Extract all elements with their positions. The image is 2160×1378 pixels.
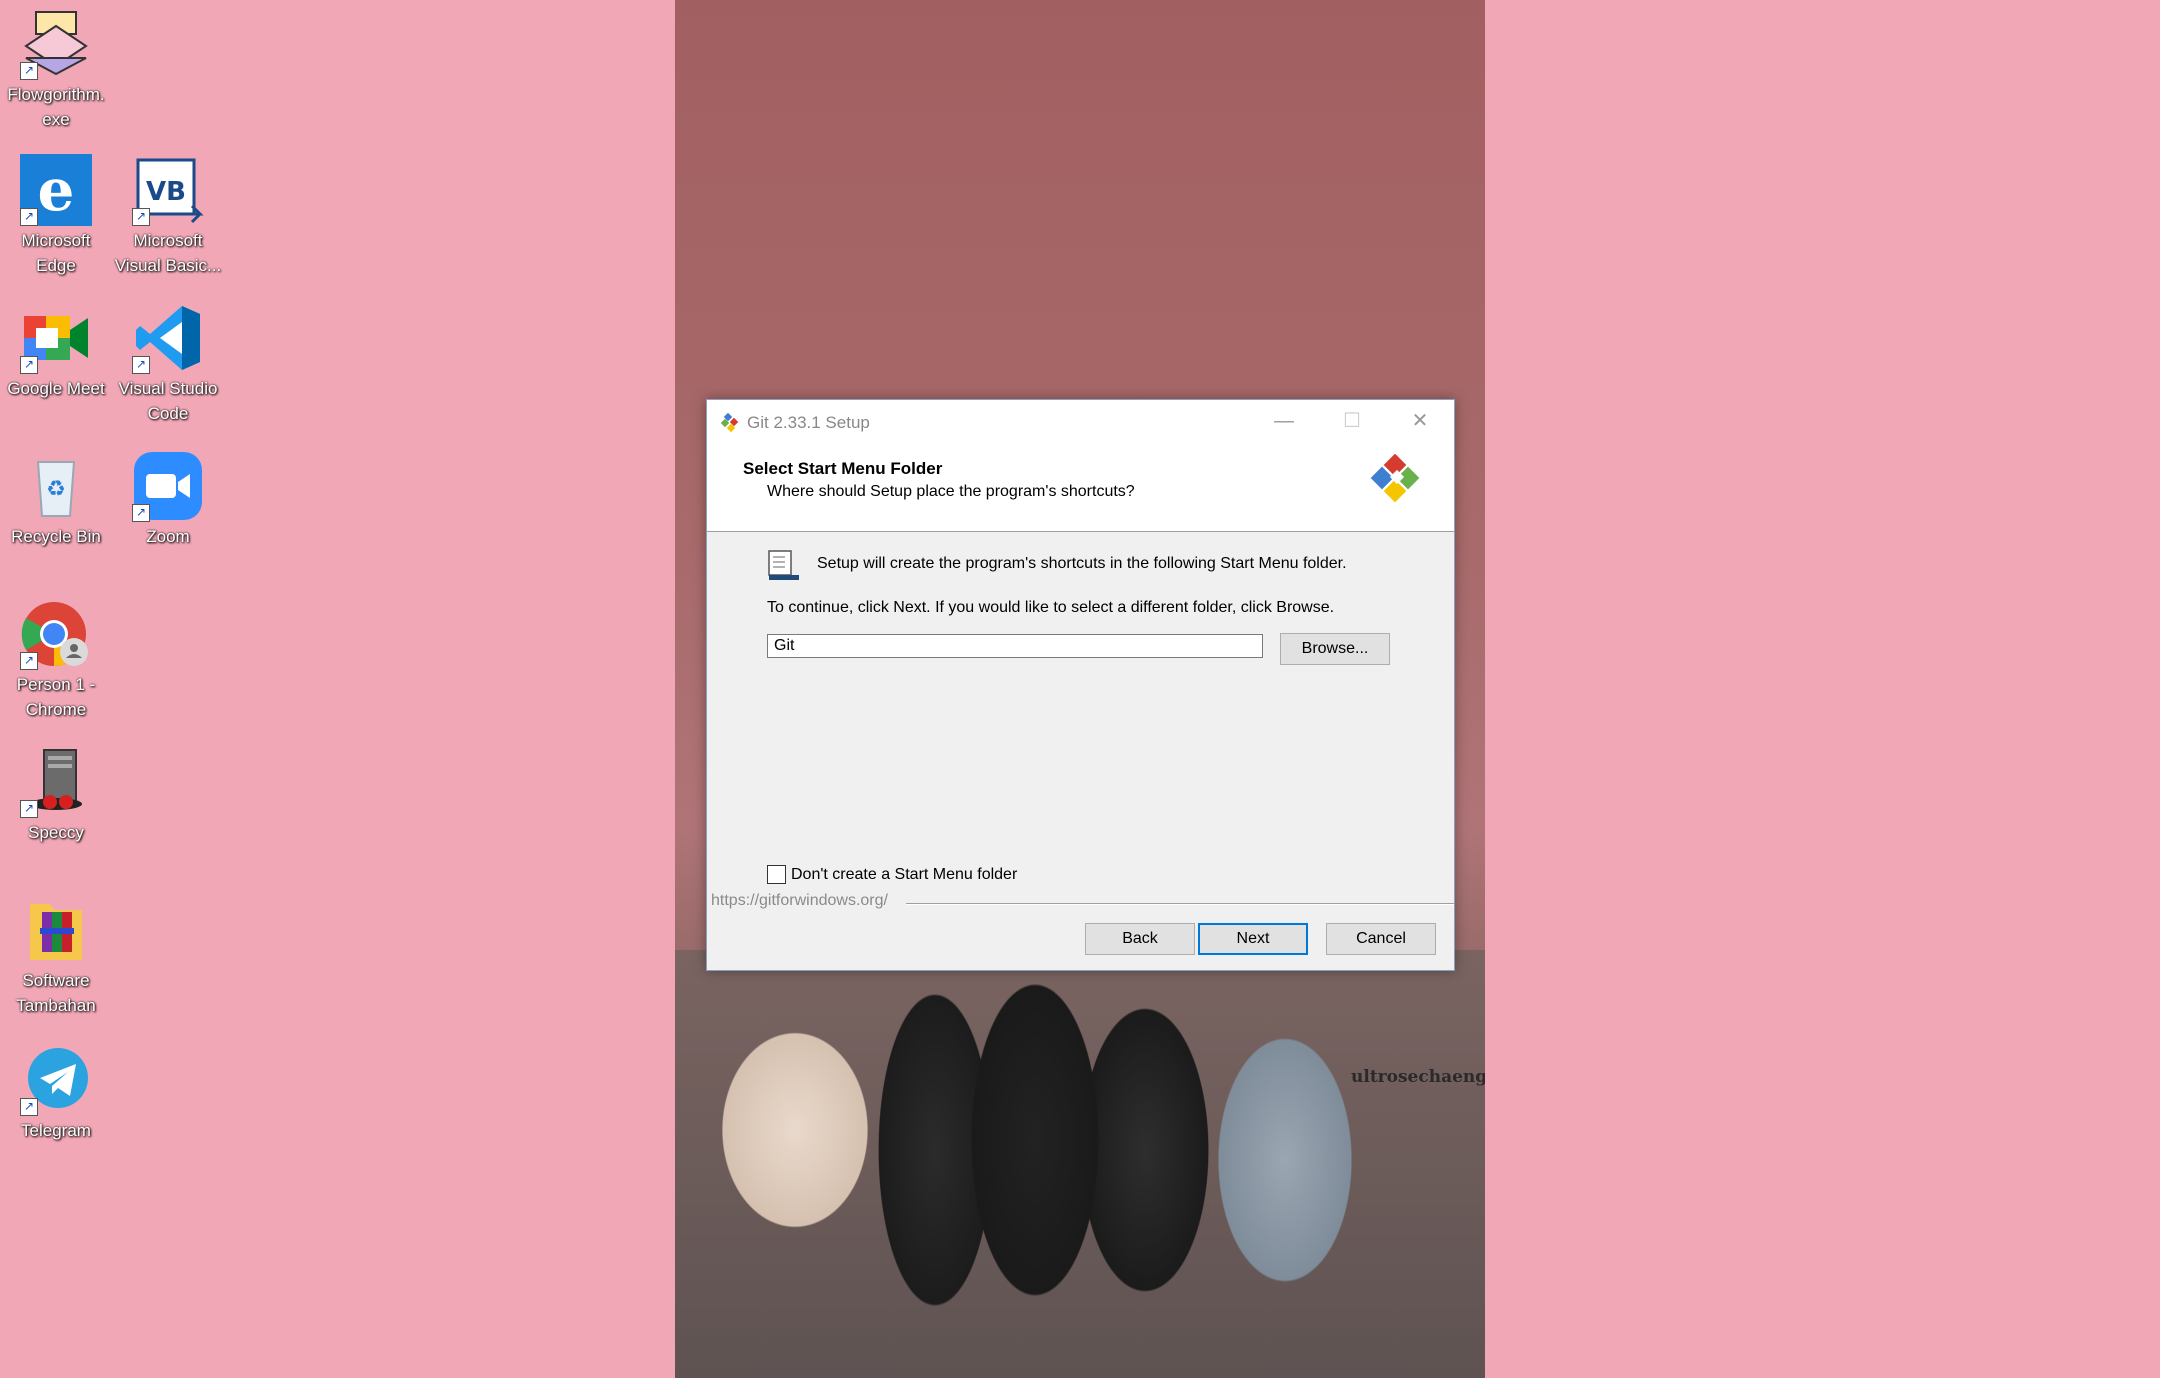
footer-separator — [906, 903, 1454, 905]
svg-text:♻: ♻ — [46, 477, 66, 502]
zoom-icon: ↗ — [132, 450, 204, 522]
start-menu-folder-input[interactable] — [767, 634, 1263, 658]
winrar-folder-icon — [20, 894, 92, 966]
desktop-icon-label: Software Tambahan — [16, 971, 96, 1015]
minimize-button[interactable]: — — [1250, 400, 1318, 443]
desktop-icon-vscode[interactable]: ↗ Visual Studio Code — [112, 302, 224, 426]
desktop-icon-label: Microsoft Edge — [21, 231, 91, 275]
intro-text: Setup will create the program's shortcut… — [817, 555, 1347, 572]
wallpaper-photo — [675, 950, 1485, 1378]
vscode-icon: ↗ — [132, 302, 204, 374]
wallpaper-watermark: ultrosechaeng. — [1351, 1067, 1485, 1087]
shortcut-arrow-icon: ↗ — [20, 356, 38, 374]
title-bar[interactable]: Git 2.33.1 Setup — ☐ ✕ — [707, 400, 1454, 443]
desktop-icon-label: Microsoft Visual Basic... — [114, 231, 222, 275]
desktop-icon-label: Person 1 - Chrome — [16, 675, 96, 719]
git-logo-icon — [719, 412, 741, 439]
telegram-icon: ↗ — [20, 1044, 92, 1116]
desktop-icon-flowgorithm[interactable]: ↗ Flowgorithm. exe — [0, 8, 112, 132]
google-meet-icon: ↗ — [20, 302, 92, 374]
desktop-icon-label: Speccy — [28, 823, 84, 842]
browse-button[interactable]: Browse... — [1280, 633, 1390, 665]
desktop-icon-google-meet[interactable]: ↗ Google Meet — [0, 302, 112, 401]
desktop-icon-label: Telegram — [21, 1121, 91, 1140]
back-button[interactable]: Back — [1085, 923, 1195, 955]
maximize-button[interactable]: ☐ — [1318, 400, 1386, 443]
window-title: Git 2.33.1 Setup — [747, 413, 870, 432]
shortcut-arrow-icon: ↗ — [132, 208, 150, 226]
desktop-icon-label: Zoom — [146, 527, 190, 546]
start-menu-icon — [767, 549, 799, 586]
close-button[interactable]: ✕ — [1386, 400, 1454, 443]
desktop-icon-zoom[interactable]: ↗ Zoom — [112, 450, 224, 549]
desktop-icon-edge[interactable]: e ↗ Microsoft Edge — [0, 154, 112, 278]
recycle-bin-icon: ♻ — [20, 450, 92, 522]
page-heading: Select Start Menu Folder — [743, 459, 943, 478]
desktop-icon-label: Visual Studio Code — [118, 379, 218, 423]
shortcut-arrow-icon: ↗ — [20, 1098, 38, 1116]
desktop-icon-label: Recycle Bin — [11, 527, 101, 546]
shortcut-arrow-icon: ↗ — [20, 800, 38, 818]
shortcut-arrow-icon: ↗ — [20, 208, 38, 226]
footer-url: https://gitforwindows.org/ — [711, 892, 888, 909]
desktop-icon-label: Google Meet — [7, 379, 105, 398]
wizard-header: Select Start Menu Folder Where should Se… — [707, 443, 1454, 532]
cancel-button[interactable]: Cancel — [1326, 923, 1436, 955]
page-subheading: Where should Setup place the program's s… — [767, 483, 1135, 500]
svg-text:e: e — [38, 156, 75, 224]
desktop-icon-recycle-bin[interactable]: ♻ Recycle Bin — [0, 450, 112, 549]
shortcut-arrow-icon: ↗ — [20, 62, 38, 80]
checkbox-label: Don't create a Start Menu folder — [791, 866, 1018, 883]
desktop-icon-telegram[interactable]: ↗ Telegram — [0, 1044, 112, 1143]
chrome-icon: ↗ — [20, 598, 92, 670]
shortcut-arrow-icon: ↗ — [132, 504, 150, 522]
desktop-icon-visual-basic[interactable]: VB ↗ Microsoft Visual Basic... — [112, 154, 224, 278]
git-setup-dialog: Git 2.33.1 Setup — ☐ ✕ Select Start Menu… — [706, 399, 1455, 971]
git-large-logo-icon — [1370, 453, 1422, 511]
shortcut-arrow-icon: ↗ — [20, 652, 38, 670]
no-start-menu-checkbox[interactable] — [767, 865, 786, 884]
speccy-icon: ↗ — [20, 746, 92, 818]
shortcut-arrow-icon: ↗ — [132, 356, 150, 374]
edge-icon: e ↗ — [20, 154, 92, 226]
svg-text:VB: VB — [146, 177, 186, 207]
desktop-icon-speccy[interactable]: ↗ Speccy — [0, 746, 112, 845]
desktop-icon-software-tambahan[interactable]: Software Tambahan — [0, 894, 112, 1018]
visual-basic-icon: VB ↗ — [132, 154, 204, 226]
instruction-text: To continue, click Next. If you would li… — [767, 599, 1335, 616]
flowgorithm-icon: ↗ — [20, 8, 92, 80]
desktop-icon-label: Flowgorithm. exe — [7, 85, 105, 129]
next-button[interactable]: Next — [1198, 923, 1308, 955]
desktop-icon-chrome[interactable]: ↗ Person 1 - Chrome — [0, 598, 112, 722]
